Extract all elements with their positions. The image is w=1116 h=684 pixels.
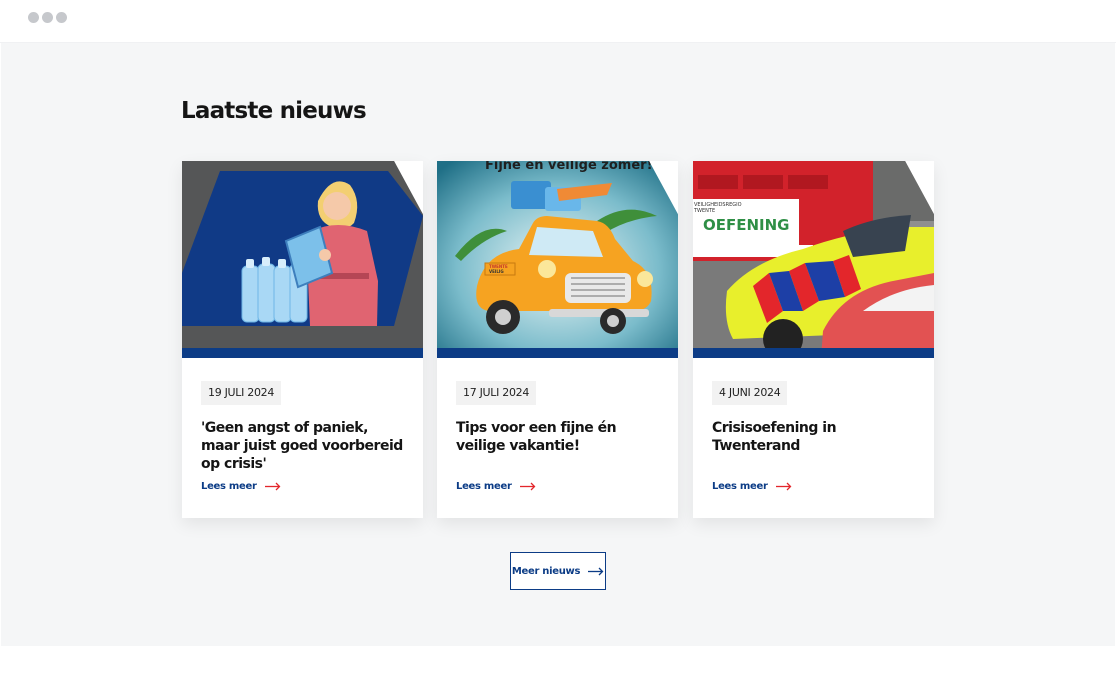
- summer-car-photo-image: Fijne en veilige zomer! TWENTE VEILIG: [437, 161, 678, 358]
- banner-small-text: TWENTE: [693, 208, 715, 214]
- emergency-vehicles-photo-image: VEILIGHEIDSREGIO TWENTE OEFENING: [693, 161, 934, 358]
- more-news-button[interactable]: Meer nieuws: [510, 552, 606, 590]
- section-heading: Laatste nieuws: [181, 98, 367, 124]
- image-caption-text: Fijne en veilige zomer!: [485, 161, 653, 173]
- news-card-title[interactable]: Tips voor een fijne én veilige vakantie!: [456, 419, 661, 455]
- read-more-label[interactable]: Lees meer: [456, 481, 512, 492]
- plate-text: VEILIG: [489, 269, 504, 274]
- news-card-title[interactable]: Crisisoefening in Twenterand: [712, 419, 917, 455]
- window-control-dot[interactable]: [28, 12, 39, 23]
- arrow-right-icon: [588, 567, 604, 575]
- image-accent-stripe: [182, 348, 423, 358]
- illustration-woman-water-image: [182, 161, 423, 358]
- window-control-dot[interactable]: [56, 12, 67, 23]
- window-titlebar: [0, 0, 1116, 43]
- read-more-link[interactable]: Lees meer: [712, 481, 792, 492]
- arrow-right-icon: [264, 482, 281, 491]
- date-badge: 19 JULI 2024: [201, 381, 282, 405]
- date-badge: 4 JUNI 2024: [712, 381, 788, 405]
- read-more-link[interactable]: Lees meer: [456, 481, 536, 492]
- image-accent-stripe: [693, 348, 934, 358]
- read-more-label[interactable]: Lees meer: [712, 481, 768, 492]
- arrow-right-icon: [775, 482, 792, 491]
- window-control-dot[interactable]: [42, 12, 53, 23]
- image-accent-stripe: [437, 348, 678, 358]
- news-card[interactable]: Fijne en veilige zomer! TWENTE VEILIG 17…: [437, 161, 678, 518]
- news-card-image: VEILIGHEIDSREGIO TWENTE OEFENING: [693, 161, 934, 358]
- read-more-link[interactable]: Lees meer: [201, 481, 281, 492]
- arrow-right-icon: [519, 482, 536, 491]
- read-more-label[interactable]: Lees meer: [201, 481, 257, 492]
- news-card-title[interactable]: 'Geen angst of paniek, maar juist goed v…: [201, 419, 406, 473]
- more-news-label[interactable]: Meer nieuws: [512, 566, 581, 577]
- news-card-image: Fijne en veilige zomer! TWENTE VEILIG: [437, 161, 678, 358]
- banner-text: OEFENING: [703, 216, 790, 234]
- news-card[interactable]: 19 JULI 2024 'Geen angst of paniek, maar…: [182, 161, 423, 518]
- news-card[interactable]: VEILIGHEIDSREGIO TWENTE OEFENING 4 JUNI: [693, 161, 934, 518]
- news-card-image: [182, 161, 423, 358]
- date-badge: 17 JULI 2024: [456, 381, 537, 405]
